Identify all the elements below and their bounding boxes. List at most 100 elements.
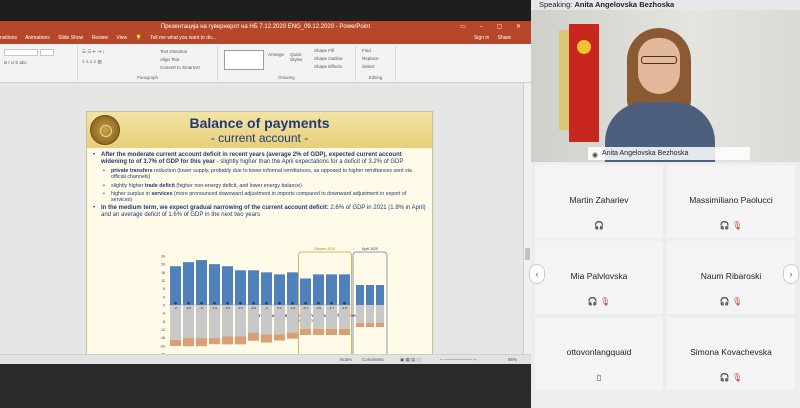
- participant-tile[interactable]: Massimiliano Paolucci 🎧 🎙: [667, 165, 795, 238]
- y-tick-label: -20: [160, 344, 165, 348]
- bar-goods-services: [183, 262, 194, 305]
- speaker-face: [638, 38, 680, 94]
- scroll-thumb[interactable]: [525, 248, 530, 260]
- y-tick-label: 8: [163, 287, 165, 291]
- shapes-gallery[interactable]: [224, 50, 264, 70]
- select-button[interactable]: Select: [362, 64, 375, 69]
- y-tick-label: 4: [163, 295, 165, 299]
- align-icons[interactable]: ≡ ≡ ≡ ≡ ▥: [82, 59, 102, 65]
- prev-page-button[interactable]: ‹: [529, 264, 545, 284]
- tell-me-box[interactable]: Tell me what you want to do...: [150, 35, 216, 41]
- bar-primary-income: [222, 336, 233, 345]
- y-tick-label: -12: [160, 328, 165, 332]
- tab-animations[interactable]: Animations: [25, 35, 50, 41]
- speaker-glasses: [641, 56, 677, 64]
- audio-wave-icon: ◉: [592, 152, 599, 159]
- find-button[interactable]: Find: [362, 48, 371, 53]
- editing-group-label: Editing: [368, 75, 383, 80]
- inset-bar-goods: [366, 285, 374, 305]
- y-tick-label: -8: [162, 320, 165, 324]
- y-tick-label: 0: [163, 304, 165, 308]
- replace-button[interactable]: Replace: [362, 56, 379, 61]
- sign-in-link[interactable]: Sign in: [474, 35, 489, 41]
- bar-goods-services: [222, 266, 233, 305]
- ca-data-label: 0.1: [277, 306, 282, 310]
- tab-slide-show[interactable]: Slide Show: [58, 35, 83, 41]
- drawing-group-label: Drawing: [278, 75, 295, 80]
- bar-primary-income: [326, 328, 337, 336]
- next-page-button[interactable]: ›: [783, 264, 799, 284]
- participant-name: Simona Kovachevska: [690, 347, 772, 357]
- shape-fill-button[interactable]: Shape Fill: [314, 48, 334, 53]
- participant-name: Martin Zahariev: [569, 195, 629, 205]
- ribbon-group-font: B I U S abc: [0, 46, 78, 81]
- tab-view[interactable]: View: [116, 35, 127, 41]
- ca-data-label: -2.1: [238, 306, 244, 310]
- headset-icon: 🎧: [719, 373, 730, 382]
- ca-data-label: -3.7: [303, 306, 309, 310]
- bar-primary-income: [235, 336, 246, 345]
- current-account-chart: Current account deficit in the balance o…: [160, 247, 388, 367]
- font-format-icons[interactable]: B I U S abc: [4, 60, 27, 65]
- bar-primary-income: [300, 328, 311, 336]
- bar-goods-services: [248, 270, 259, 305]
- ca-data-label: -3: [200, 306, 203, 310]
- participant-tile[interactable]: Simona Kovachevska 🎧 🎙: [667, 317, 795, 390]
- slide-editing-area: Balance of payments - current account - …: [0, 83, 531, 368]
- window-controls[interactable]: ▭ – ▢ ✕: [460, 21, 527, 33]
- headset-icon: 🎧: [587, 297, 598, 306]
- list-icons[interactable]: ☰ ☰ ⇤ ⇥ ↕: [82, 49, 105, 55]
- participant-name: Naum Ribaroski: [700, 271, 762, 281]
- ribbon-group-paragraph: ☰ ☰ ⇤ ⇥ ↕ ≡ ≡ ≡ ≡ ▥ Text Direction Align…: [78, 46, 218, 81]
- participant-tile[interactable]: Naum Ribaroski 🎧 🎙: [667, 241, 795, 314]
- comments-button[interactable]: Comments: [362, 355, 384, 364]
- annotation-april: April 2020: [362, 247, 378, 251]
- slide-canvas[interactable]: Balance of payments - current account - …: [86, 111, 433, 368]
- participant-tile[interactable]: Martin Zahariev 🎧: [535, 165, 663, 238]
- ca-data-label: -1.5: [342, 306, 348, 310]
- participant-name: Mia Palvlovska: [570, 271, 628, 281]
- tab-review[interactable]: Review: [92, 35, 108, 41]
- participant-grid: Martin Zahariev 🎧 Massimiliano Paolucci …: [529, 162, 800, 408]
- y-tick-label: 20: [161, 263, 165, 267]
- speaker-name-tag: ◉ Anita Angelovska Bezhoska: [588, 147, 750, 160]
- participant-tile[interactable]: ottovonlangquaid ▯: [535, 317, 663, 390]
- bar-goods-services: [287, 272, 298, 305]
- shape-outline-button[interactable]: Shape Outline: [314, 56, 343, 61]
- share-button[interactable]: Share: [498, 35, 511, 41]
- bar-goods-services: [300, 278, 311, 305]
- convert-smartart-button[interactable]: Convert to SmartArt: [160, 65, 200, 70]
- align-text-button[interactable]: Align Text: [160, 57, 179, 62]
- main-speaker-video[interactable]: [531, 10, 800, 162]
- view-buttons[interactable]: ▣ ▦ ▤ ▢: [400, 355, 421, 364]
- ca-data-label: -2.6: [316, 306, 322, 310]
- zoom-slider[interactable]: – ───────── +: [440, 355, 476, 364]
- font-size-box[interactable]: [40, 49, 54, 56]
- bar-primary-income: [287, 332, 298, 339]
- y-tick-label: -4: [162, 312, 165, 316]
- ribbon-group-editing: Find Replace Select Editing: [356, 46, 396, 81]
- arrange-button[interactable]: Arrange: [268, 52, 284, 57]
- participant-tile[interactable]: Mia Palvlovska 🎧 🎙: [535, 241, 663, 314]
- bar-primary-income: [170, 339, 181, 347]
- inset-bar-secondary: [366, 305, 374, 323]
- mic-muted-icon: 🎙: [600, 297, 611, 306]
- ca-data-label: -1.6: [212, 306, 218, 310]
- speaking-name: Anita Angelovska Bezhoska: [574, 0, 675, 9]
- phone-icon: ▯: [596, 373, 602, 382]
- quick-styles-button[interactable]: Quick Styles: [290, 52, 310, 62]
- text-direction-button[interactable]: Text Direction: [160, 49, 187, 54]
- vertical-scrollbar[interactable]: [523, 83, 531, 354]
- window-title: Презентација на гувернерот на НБ 7.12.20…: [160, 24, 371, 30]
- ca-data-label: -3.3: [290, 306, 296, 310]
- shape-effects-button[interactable]: Shape Effects: [314, 64, 342, 69]
- zoom-level[interactable]: 86%: [508, 355, 517, 364]
- bar-goods-services: [339, 274, 350, 305]
- bar-goods-services: [235, 270, 246, 305]
- status-bar: Notes Comments ▣ ▦ ▤ ▢ – ───────── + 86%: [0, 354, 531, 364]
- ca-data-label: -2.9: [251, 306, 257, 310]
- notes-button[interactable]: Notes: [340, 355, 352, 364]
- font-name-box[interactable]: [4, 49, 38, 56]
- tab-transitions[interactable]: nsitions: [0, 35, 17, 41]
- powerpoint-window: Презентација на гувернерот на НБ 7.12.20…: [0, 21, 531, 368]
